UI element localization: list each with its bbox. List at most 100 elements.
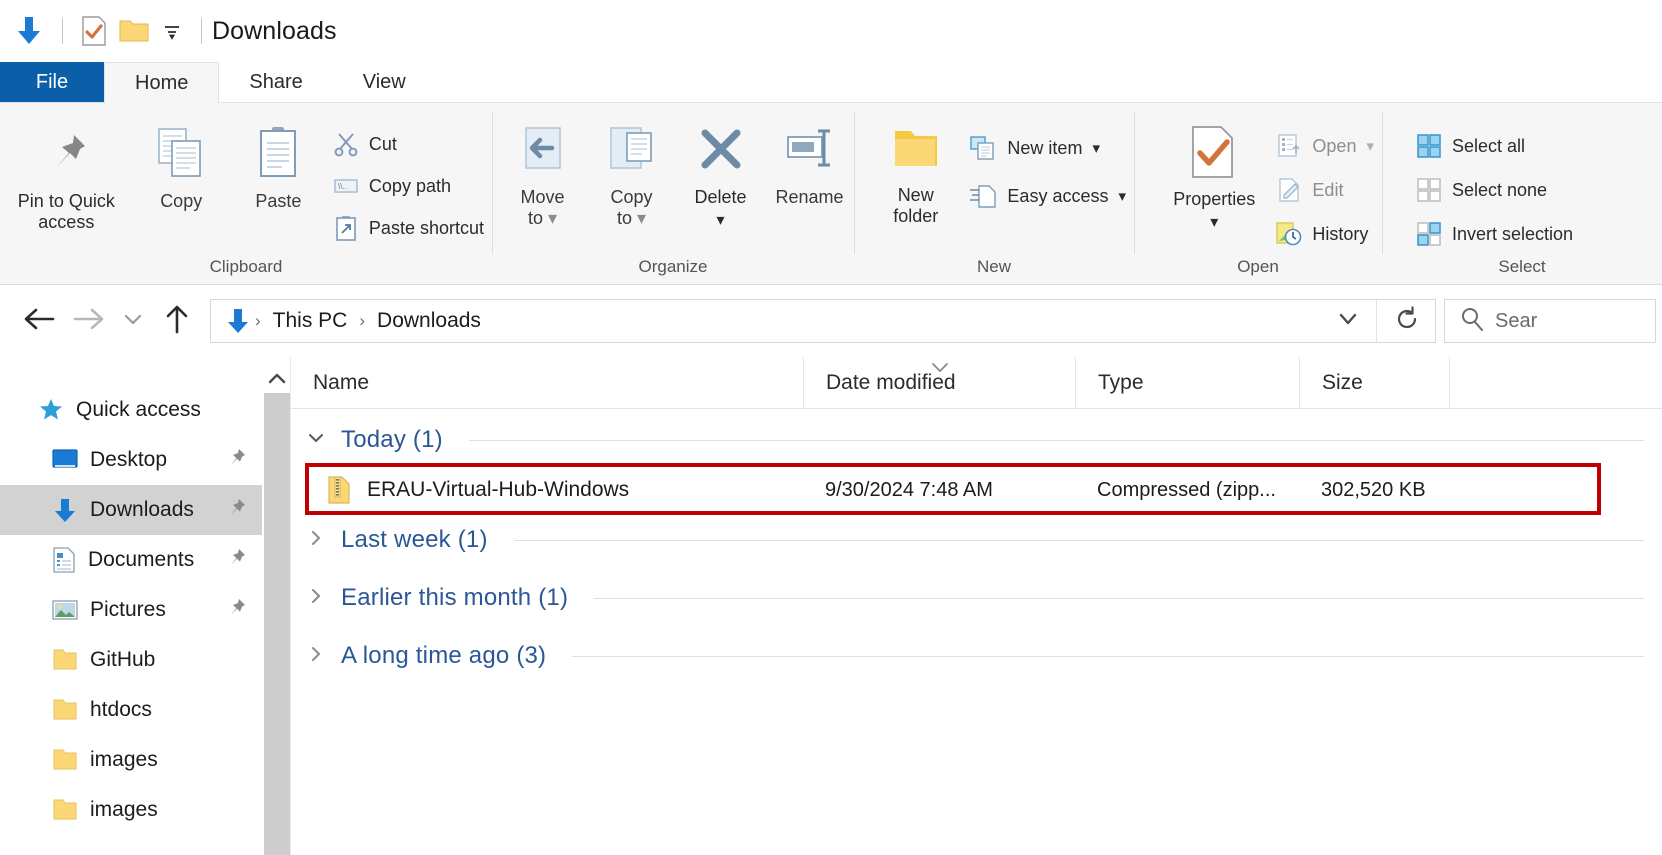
column-header-date-modified[interactable]: Date modified <box>803 357 1075 408</box>
cut-button[interactable]: Cut <box>327 127 492 161</box>
tab-share[interactable]: Share <box>219 62 332 103</box>
column-header-size[interactable]: Size <box>1299 357 1449 408</box>
sidebar-label-quick-access: Quick access <box>76 398 201 421</box>
properties-check-icon-large <box>1190 125 1238 179</box>
customize-dropdown-icon[interactable] <box>161 20 183 42</box>
properties-button[interactable]: Properties ▾ <box>1158 113 1270 232</box>
group-rule-last-week <box>513 539 1644 541</box>
search-box[interactable]: Sear <box>1444 299 1656 343</box>
copy-path-button[interactable]: \\.. Copy path <box>327 169 492 203</box>
search-input[interactable]: Sear <box>1495 310 1537 333</box>
column-header-type[interactable]: Type <box>1075 357 1299 408</box>
tab-file-label: File <box>35 71 69 93</box>
move-to-button[interactable]: Move to ▾ <box>498 113 587 229</box>
sidebar-item-images-2[interactable]: images <box>0 785 262 835</box>
refresh-button[interactable] <box>1379 305 1435 337</box>
paste-shortcut-icon <box>333 215 359 241</box>
pin-icon-desktop[interactable] <box>224 446 248 475</box>
rename-button[interactable]: Rename <box>765 113 854 208</box>
folder-icon-github <box>52 648 78 672</box>
select-none-button[interactable]: Select none <box>1410 173 1581 207</box>
navigation-pane-scrollbar[interactable] <box>262 357 290 855</box>
properties-check-icon[interactable] <box>81 16 107 46</box>
new-item-dropdown-icon[interactable]: ▾ <box>1092 139 1100 157</box>
paste-shortcut-button[interactable]: Paste shortcut <box>327 211 492 245</box>
file-type-label: Compressed (zipp... <box>1097 478 1276 501</box>
tab-home[interactable]: Home <box>104 62 220 103</box>
sidebar-item-desktop[interactable]: Desktop <box>0 435 262 485</box>
open-button[interactable]: Open ▾ <box>1270 129 1382 163</box>
chevron-right-icon-long-ago[interactable] <box>305 644 327 669</box>
navigation-pane: Quick access Desktop Downloads Documents… <box>0 357 262 855</box>
file-list-pane: Name Date modified Type Size Today (1) E… <box>290 357 1662 855</box>
sidebar-item-pictures[interactable]: Pictures <box>0 585 262 635</box>
delete-button[interactable]: Delete ▾ <box>676 113 765 230</box>
chevron-down-icon[interactable]: ▾ <box>548 208 557 228</box>
copy-to-button[interactable]: Copy to ▾ <box>587 113 676 229</box>
ribbon-group-open: Properties ▾ Open ▾ Edit History Open <box>1134 103 1382 284</box>
paste-button[interactable]: Paste <box>230 113 327 212</box>
sidebar-item-quick-access[interactable]: Quick access <box>0 385 262 435</box>
group-rule-earlier-this-month <box>594 597 1644 599</box>
ribbon-group-label-open: Open <box>1237 257 1279 276</box>
forward-button[interactable] <box>64 296 114 346</box>
recent-locations-button[interactable] <box>114 296 152 346</box>
breadcrumb-separator-1: › <box>255 311 261 330</box>
sidebar-item-github[interactable]: GitHub <box>0 635 262 685</box>
select-all-button[interactable]: Select all <box>1410 129 1581 163</box>
open-dropdown-icon[interactable]: ▾ <box>1366 137 1374 155</box>
chevron-right-icon-last-week[interactable] <box>305 528 327 553</box>
column-header-type-label: Type <box>1098 370 1144 394</box>
file-explorer-window: Downloads File Home Share View Pin to Qu… <box>0 0 1662 855</box>
edit-button[interactable]: Edit <box>1270 173 1382 207</box>
new-item-button[interactable]: New item ▾ <box>963 131 1134 165</box>
location-download-arrow-icon[interactable] <box>225 307 251 335</box>
group-header-a-long-time-ago[interactable]: A long time ago (3) <box>291 631 1662 681</box>
column-header-row: Name Date modified Type Size <box>291 357 1662 409</box>
address-dropdown-button[interactable] <box>1322 310 1374 333</box>
documents-icon <box>52 547 76 573</box>
file-name-cell[interactable]: ERAU-Virtual-Hub-Windows <box>291 476 803 504</box>
invert-selection-button[interactable]: Invert selection <box>1410 217 1581 251</box>
sidebar-item-downloads[interactable]: Downloads <box>0 485 262 535</box>
sidebar-item-images-1[interactable]: images <box>0 735 262 785</box>
history-button[interactable]: History <box>1270 217 1382 251</box>
group-header-earlier-this-month[interactable]: Earlier this month (1) <box>291 573 1662 623</box>
new-folder-button[interactable]: New folder <box>868 113 963 227</box>
delete-dropdown-icon[interactable]: ▾ <box>716 210 724 230</box>
breadcrumb-bar[interactable]: › This PC › Downloads <box>210 299 1436 343</box>
pin-icon-pictures[interactable] <box>224 596 248 625</box>
group-label-a-long-time-ago: A long time ago (3) <box>341 642 547 669</box>
group-header-last-week[interactable]: Last week (1) <box>291 515 1662 565</box>
new-folder-icon[interactable] <box>119 18 149 44</box>
zip-archive-icon <box>327 476 351 504</box>
up-button[interactable] <box>152 296 202 346</box>
table-row[interactable]: ERAU-Virtual-Hub-Windows 9/30/2024 7:48 … <box>291 465 1662 515</box>
move-to-label-line2: to <box>527 208 543 229</box>
copy-button[interactable]: Copy <box>133 113 230 212</box>
pictures-icon <box>52 598 78 622</box>
breadcrumb-downloads[interactable]: Downloads <box>369 309 489 333</box>
chevron-right-icon-earlier-month[interactable] <box>305 586 327 611</box>
easy-access-dropdown-icon[interactable]: ▾ <box>1118 187 1126 205</box>
pin-to-quick-access-button[interactable]: Pin to Quick access <box>0 113 133 233</box>
breadcrumb-this-pc[interactable]: This PC <box>265 309 356 333</box>
column-header-extra[interactable] <box>1449 357 1662 408</box>
easy-access-button[interactable]: Easy access ▾ <box>963 179 1134 213</box>
sidebar-item-documents[interactable]: Documents <box>0 535 262 585</box>
back-button[interactable] <box>14 296 64 346</box>
sidebar-item-htdocs[interactable]: htdocs <box>0 685 262 735</box>
tab-file[interactable]: File <box>0 62 104 103</box>
tab-view[interactable]: View <box>333 62 436 103</box>
address-bar: › This PC › Downloads Sear <box>0 285 1662 357</box>
properties-dropdown-icon[interactable]: ▾ <box>1210 212 1218 232</box>
scrollbar-thumb[interactable] <box>263 393 290 855</box>
scroll-up-arrow-icon[interactable] <box>264 363 290 393</box>
group-header-today[interactable]: Today (1) <box>291 415 1662 465</box>
pin-icon-documents[interactable] <box>224 546 248 575</box>
column-header-name[interactable]: Name <box>291 357 803 408</box>
chevron-down-icon-today[interactable] <box>305 428 327 453</box>
download-arrow-icon[interactable] <box>14 15 44 47</box>
pin-icon-downloads[interactable] <box>224 496 248 525</box>
chevron-down-icon-2[interactable]: ▾ <box>637 208 646 228</box>
